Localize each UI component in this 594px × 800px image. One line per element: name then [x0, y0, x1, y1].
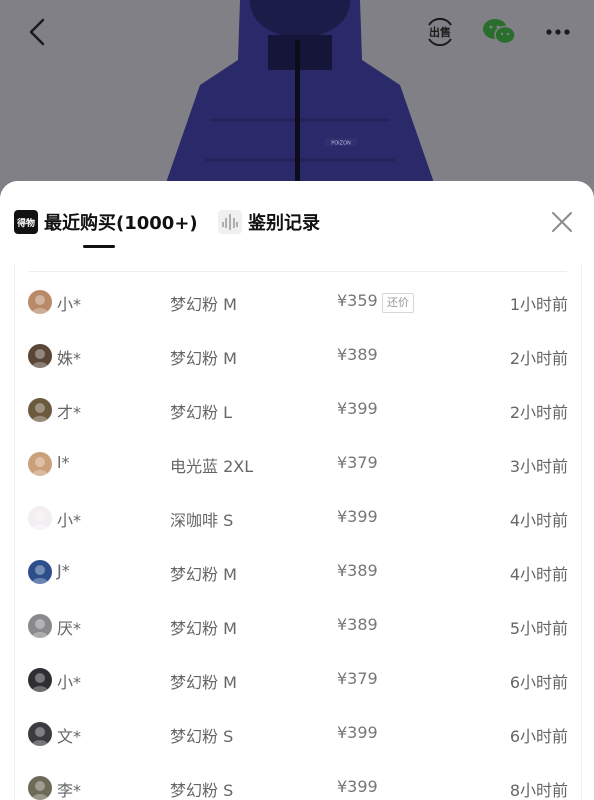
purchase-row: 姝* 梦幻粉 M ¥389 2小时前: [15, 329, 581, 383]
purchase-time: 2小时前: [509, 349, 568, 368]
purchase-time: 6小时前: [509, 673, 568, 692]
chevron-left-icon: [29, 18, 45, 46]
recent-purchases-sheet: 得物 最近购买(1000+) 鉴别记录 小* 梦幻粉 M ¥359 还价 1小时前姝* 梦…: [0, 181, 594, 800]
bargain-badge: 还价: [382, 293, 414, 313]
sell-icon: 出售: [428, 18, 452, 46]
wechat-share-button[interactable]: [478, 14, 520, 50]
avatar: [28, 452, 52, 476]
purchase-price: ¥399: [337, 399, 378, 418]
avatar: [28, 614, 52, 638]
tab-authentication-records-label: 鉴别记录: [248, 213, 320, 234]
product-spec: 梦幻粉 L: [170, 403, 233, 422]
buyer-name: l*: [57, 453, 70, 472]
product-spec: 梦幻粉 M: [170, 295, 237, 314]
product-spec: 梦幻粉 M: [170, 565, 237, 584]
more-button[interactable]: [540, 14, 576, 50]
sell-button[interactable]: 出售: [420, 14, 460, 50]
tab-recent-purchases-label: 最近购买(1000+): [44, 213, 198, 234]
tab-authentication-records[interactable]: 鉴别记录: [218, 205, 320, 239]
purchase-price: ¥379: [337, 669, 378, 688]
sell-icon-text: 出售: [429, 25, 451, 39]
buyer-name: 小*: [57, 295, 82, 314]
purchase-time: 5小时前: [509, 619, 568, 638]
avatar: [28, 344, 52, 368]
buyer-name: 厌*: [57, 619, 82, 638]
purchase-price: ¥359: [337, 291, 378, 310]
purchase-time: 2小时前: [509, 403, 568, 422]
purchase-price: ¥389: [337, 345, 378, 364]
purchase-row: J* 梦幻粉 M ¥389 4小时前: [15, 545, 581, 599]
buyer-name: 姝*: [57, 349, 82, 368]
buyer-name: 小*: [57, 673, 82, 692]
avatar: [28, 290, 52, 314]
purchase-price: ¥399: [337, 723, 378, 742]
product-spec: 梦幻粉 M: [170, 349, 237, 368]
jacket-image: POIZON: [160, 0, 440, 200]
avatar: [28, 560, 52, 584]
purchase-row: 厌* 梦幻粉 M ¥389 5小时前: [15, 599, 581, 653]
purchase-row: 小* 梦幻粉 M ¥379 6小时前: [15, 653, 581, 707]
buyer-name: 才*: [57, 403, 82, 422]
purchase-price: ¥399: [337, 777, 378, 796]
list-divider: [29, 271, 567, 272]
avatar: [28, 398, 52, 422]
dewu-logo-text: 得物: [16, 217, 35, 229]
back-button[interactable]: [22, 14, 52, 50]
avatar: [28, 506, 52, 530]
buyer-name: 小*: [57, 511, 82, 530]
purchase-row: 小* 梦幻粉 M ¥359 还价 1小时前: [15, 275, 581, 329]
product-spec: 电光蓝 2XL: [170, 457, 254, 476]
purchase-price: ¥389: [337, 615, 378, 634]
purchase-price: ¥379: [337, 453, 378, 472]
purchase-row: 小* 深咖啡 S ¥399 4小时前: [15, 491, 581, 545]
avatar: [28, 722, 52, 746]
purchase-time: 6小时前: [509, 727, 568, 746]
purchase-row: 李* 梦幻粉 S ¥399 8小时前: [15, 761, 581, 800]
purchase-time: 4小时前: [509, 511, 568, 530]
close-icon: [552, 212, 572, 232]
purchase-time: 1小时前: [509, 295, 568, 314]
buyer-name: J*: [57, 561, 70, 580]
sheet-tabs: 得物 最近购买(1000+) 鉴别记录: [0, 181, 594, 263]
purchase-time: 3小时前: [509, 457, 568, 476]
product-brand-label: POIZON: [331, 141, 351, 147]
purchase-list[interactable]: 小* 梦幻粉 M ¥359 还价 1小时前 姝* 梦幻粉 M ¥389 2小时前 才* 梦幻粉 L ¥…: [14, 263, 582, 800]
product-spec: 梦幻粉 M: [170, 673, 237, 692]
purchase-price: ¥389: [337, 561, 378, 580]
product-spec: 梦幻粉 M: [170, 619, 237, 638]
purchase-price: ¥399: [337, 507, 378, 526]
tab-recent-purchases[interactable]: 得物 最近购买(1000+): [14, 205, 198, 239]
purchase-row: 文* 梦幻粉 S ¥399 6小时前: [15, 707, 581, 761]
dewu-logo-icon: 得物: [14, 210, 38, 234]
wechat-icon: [483, 19, 516, 45]
active-tab-indicator: [83, 245, 115, 248]
avatar: [28, 668, 52, 692]
purchase-row: l* 电光蓝 2XL ¥379 3小时前: [15, 437, 581, 491]
product-spec: 深咖啡 S: [170, 511, 234, 530]
purchase-row: 才* 梦幻粉 L ¥399 2小时前: [15, 383, 581, 437]
buyer-name: 李*: [57, 781, 82, 800]
buyer-name: 文*: [57, 727, 82, 746]
avatar: [28, 776, 52, 800]
purchase-time: 4小时前: [509, 565, 568, 584]
close-button[interactable]: [547, 207, 577, 237]
authentication-icon: [218, 210, 242, 234]
product-spec: 梦幻粉 S: [170, 727, 234, 746]
purchase-time: 8小时前: [509, 781, 568, 800]
more-dots-icon: [546, 29, 570, 35]
product-spec: 梦幻粉 S: [170, 781, 234, 800]
